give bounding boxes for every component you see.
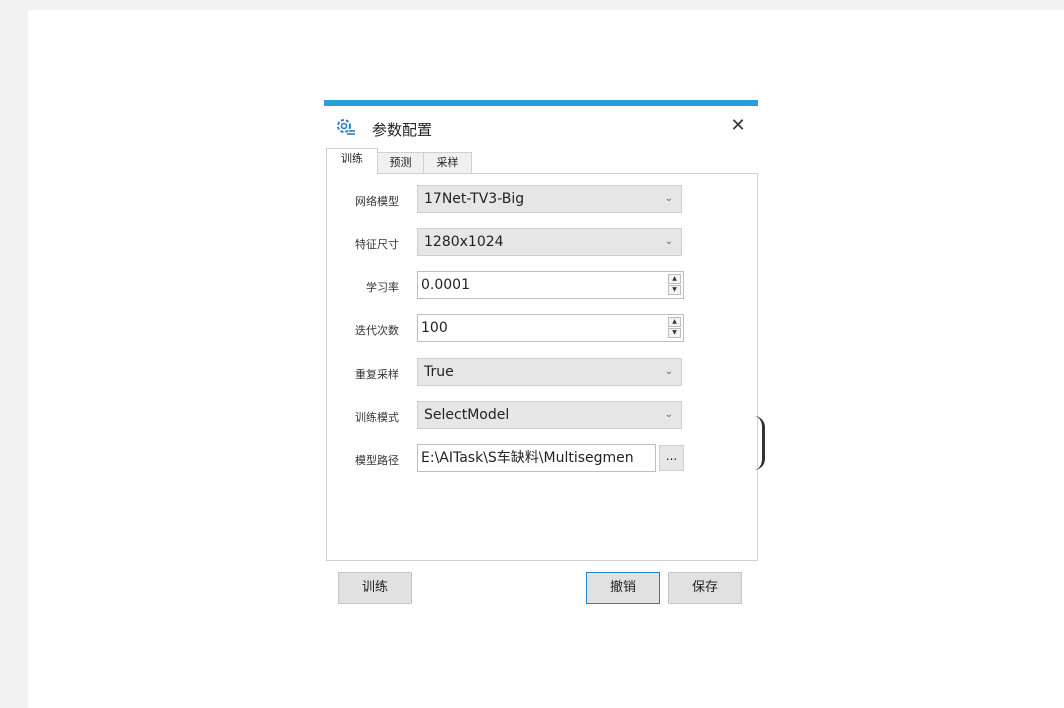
tab-predict[interactable]: 预测 — [376, 152, 425, 173]
train-mode-label: 训练模式 — [355, 411, 399, 424]
train-mode-select[interactable]: SelectModel ⌄ — [417, 401, 682, 429]
train-mode-value: SelectModel — [424, 407, 510, 423]
browse-button[interactable]: ... — [659, 445, 684, 471]
spin-down-icon[interactable]: ▼ — [668, 285, 681, 295]
resample-label: 重复采样 — [355, 368, 399, 381]
cancel-button[interactable]: 撤销 — [586, 572, 660, 604]
close-icon[interactable]: ✕ — [728, 116, 748, 136]
model-path-input[interactable]: E:\AITask\S车缺料\Multisegmen — [417, 444, 656, 472]
iterations-stepper: ▲ ▼ — [668, 317, 681, 339]
train-tab-panel: 网络模型 17Net-TV3-Big ⌄ 特征尺寸 1280x1024 ⌄ 学习… — [326, 173, 758, 561]
tab-train[interactable]: 训练 — [326, 148, 378, 174]
learning-rate-stepper: ▲ ▼ — [668, 274, 681, 296]
network-model-select[interactable]: 17Net-TV3-Big ⌄ — [417, 185, 682, 213]
iterations-label: 迭代次数 — [355, 324, 399, 337]
learning-rate-label: 学习率 — [366, 281, 399, 294]
resample-value: True — [424, 364, 454, 380]
window-edge-arc — [754, 416, 765, 470]
feature-size-select[interactable]: 1280x1024 ⌄ — [417, 228, 682, 256]
tab-sample[interactable]: 采样 — [423, 152, 472, 173]
save-button[interactable]: 保存 — [668, 572, 742, 604]
feature-size-value: 1280x1024 — [424, 234, 504, 250]
spin-up-icon[interactable]: ▲ — [668, 274, 681, 284]
network-model-label: 网络模型 — [355, 195, 399, 208]
model-path-label: 模型路径 — [355, 454, 399, 467]
feature-size-label: 特征尺寸 — [355, 238, 399, 251]
chevron-down-icon: ⌄ — [664, 236, 674, 247]
chevron-down-icon: ⌄ — [664, 193, 674, 204]
spin-up-icon[interactable]: ▲ — [668, 317, 681, 327]
settings-gear-icon — [334, 116, 356, 138]
network-model-value: 17Net-TV3-Big — [424, 191, 525, 207]
chevron-down-icon: ⌄ — [664, 409, 674, 420]
spin-down-icon[interactable]: ▼ — [668, 328, 681, 338]
title-accent-bar — [324, 100, 758, 106]
iterations-spinbox[interactable]: 100 ▲ ▼ — [417, 314, 684, 342]
learning-rate-value: 0.0001 — [421, 277, 470, 293]
train-button[interactable]: 训练 — [338, 572, 412, 604]
iterations-value: 100 — [421, 320, 448, 336]
chevron-down-icon: ⌄ — [664, 366, 674, 377]
parameter-config-dialog: 参数配置 ✕ 训练 预测 采样 网络模型 17Net-TV3-Big ⌄ 特征尺… — [324, 100, 758, 610]
learning-rate-spinbox[interactable]: 0.0001 ▲ ▼ — [417, 271, 684, 299]
dialog-title: 参数配置 — [372, 121, 433, 139]
resample-select[interactable]: True ⌄ — [417, 358, 682, 386]
